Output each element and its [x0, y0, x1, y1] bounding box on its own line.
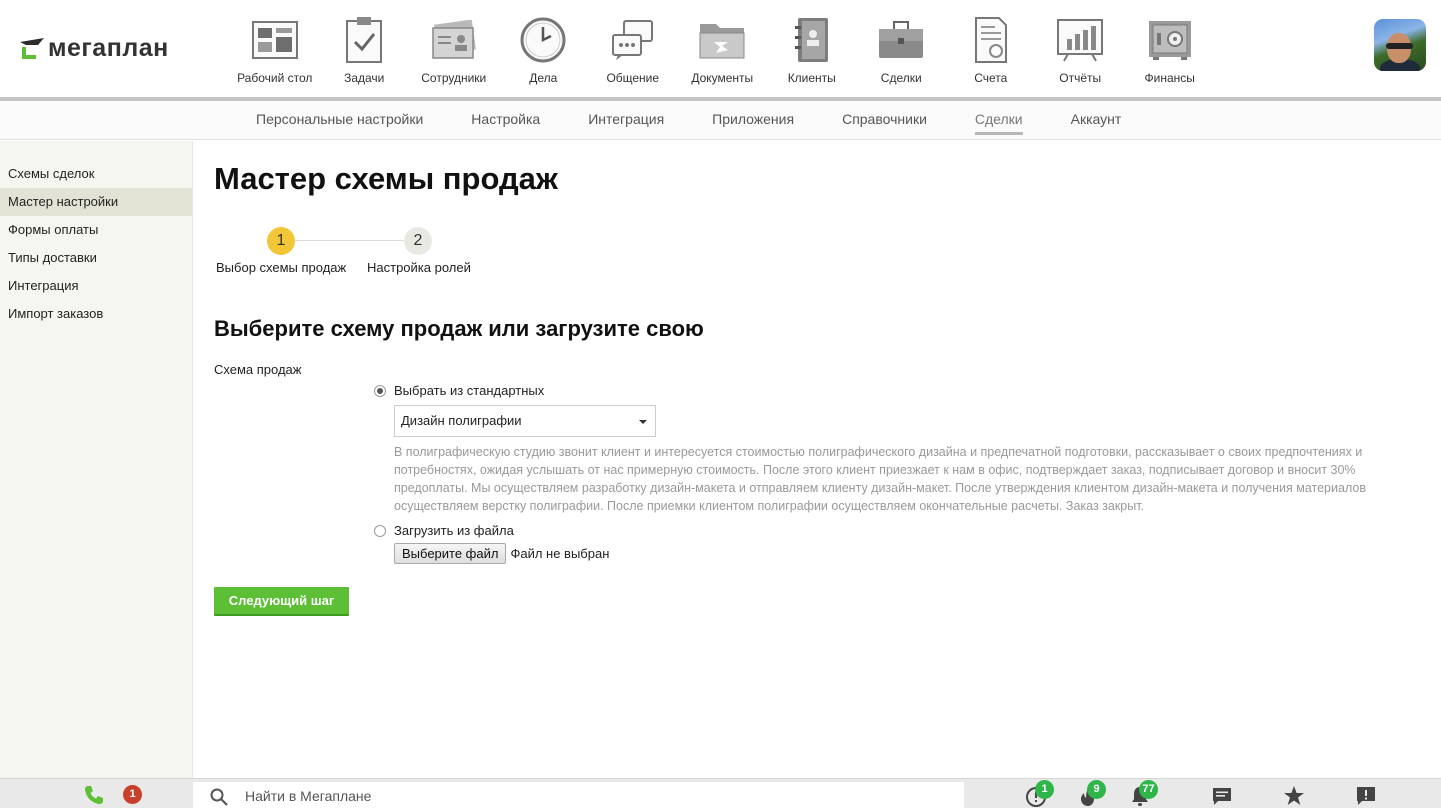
sidebar-item-payment-forms[interactable]: Формы оплаты — [0, 216, 192, 244]
subnav-item-account[interactable]: Аккаунт — [1047, 101, 1146, 140]
file-upload-row: Выберите файл Файл не выбран — [394, 543, 609, 564]
step-2-circle: 2 — [404, 227, 432, 255]
nav-item-affairs[interactable]: Дела — [499, 0, 589, 97]
search-input[interactable] — [245, 782, 945, 808]
subnav-item-integration[interactable]: Интеграция — [564, 101, 688, 140]
bottom-bar: 1 1 9 77 — [0, 778, 1441, 808]
hot-badge: 9 — [1087, 780, 1106, 799]
notifications-badge: 77 — [1139, 780, 1158, 799]
tasks-icon — [339, 15, 389, 65]
phone-badge: 1 — [123, 785, 142, 804]
hot-button[interactable]: 9 — [1077, 780, 1106, 807]
nav-label: Финансы — [1144, 71, 1195, 85]
top-navigation: мегаплан Рабочий стол Задачи Сотрудники … — [0, 0, 1441, 97]
desktop-icon — [250, 15, 300, 65]
nav-label: Отчёты — [1059, 71, 1102, 85]
step-1-label: Выбор схемы продаж — [216, 260, 347, 275]
search-icon — [210, 788, 228, 806]
nav-item-invoices[interactable]: Счета — [946, 0, 1036, 97]
sidebar-item-deal-schemes[interactable]: Схемы сделок — [0, 160, 192, 188]
nav-label: Рабочий стол — [237, 71, 313, 85]
subnav-item-personal-settings[interactable]: Персональные настройки — [232, 101, 447, 140]
folder-icon — [697, 15, 747, 65]
logo-mark-icon — [18, 36, 46, 62]
nav-item-desktop[interactable]: Рабочий стол — [230, 0, 320, 97]
user-avatar[interactable] — [1374, 19, 1426, 71]
sidebar-item-integration[interactable]: Интеграция — [0, 272, 192, 300]
subnav-item-deals[interactable]: Сделки — [951, 101, 1047, 140]
main-nav: Рабочий стол Задачи Сотрудники Дела Обще… — [230, 0, 1215, 97]
choose-file-button[interactable]: Выберите файл — [394, 543, 507, 564]
scheme-description: В полиграфическую студию звонит клиент и… — [394, 445, 1366, 513]
section-title: Выберите схему продаж или загрузите свою — [214, 316, 704, 341]
nav-item-tasks[interactable]: Задачи — [320, 0, 410, 97]
nav-label: Задачи — [344, 71, 385, 85]
sidebar-item-delivery-types[interactable]: Типы доставки — [0, 244, 192, 272]
nav-label: Клиенты — [787, 71, 836, 85]
global-search — [193, 782, 964, 808]
favorites-button[interactable] — [1283, 785, 1307, 807]
step-1-circle: 1 — [267, 227, 295, 255]
safe-icon — [1145, 15, 1195, 65]
stepper-line — [282, 240, 419, 241]
page-title: Мастер схемы продаж — [214, 161, 558, 196]
messages-button[interactable] — [1211, 785, 1235, 807]
chat-icon — [608, 15, 658, 65]
contacts-book-icon — [787, 15, 837, 65]
wizard-stepper: 1 2 Выбор схемы продаж Настройка ролей — [214, 227, 514, 277]
nav-item-documents[interactable]: Документы — [678, 0, 768, 97]
briefcase-icon — [876, 15, 926, 65]
chevron-down-icon — [639, 420, 647, 424]
next-step-button[interactable]: Следующий шаг — [214, 587, 349, 616]
nav-item-clients[interactable]: Клиенты — [767, 0, 857, 97]
clock-icon — [518, 15, 568, 65]
subnav-item-directories[interactable]: Справочники — [818, 101, 951, 140]
sales-scheme-label: Схема продаж — [214, 362, 302, 377]
subnav-item-apps[interactable]: Приложения — [688, 101, 818, 140]
alerts-badge: 1 — [1035, 780, 1054, 799]
employees-icon — [429, 15, 479, 65]
radio-standard-option[interactable]: Выбрать из стандартных — [374, 383, 544, 398]
step-2-label: Настройка ролей — [367, 260, 471, 275]
logo-text: мегаплан — [48, 34, 169, 62]
alerts-button[interactable]: 1 — [1025, 780, 1054, 807]
radio-upload-label: Загрузить из файла — [394, 523, 514, 538]
radio-standard-label: Выбрать из стандартных — [394, 383, 545, 398]
sidebar-item-setup-wizard[interactable]: Мастер настройки — [0, 188, 192, 216]
sidebar: Схемы сделок Мастер настройки Формы опла… — [0, 141, 193, 778]
scheme-select[interactable]: Дизайн полиграфии — [394, 405, 656, 437]
nav-label: Сделки — [880, 71, 922, 85]
nav-label: Счета — [974, 71, 1008, 85]
invoice-icon — [966, 15, 1016, 65]
nav-label: Документы — [691, 71, 754, 85]
notifications-button[interactable]: 77 — [1129, 780, 1158, 807]
chart-board-icon — [1055, 15, 1105, 65]
phone-icon[interactable] — [84, 785, 104, 805]
settings-subnav: Персональные настройки Настройка Интегра… — [0, 101, 1441, 140]
radio-upload[interactable] — [374, 524, 386, 537]
app-logo[interactable]: мегаплан — [18, 34, 169, 63]
feedback-icon — [1357, 787, 1375, 805]
nav-item-employees[interactable]: Сотрудники — [409, 0, 499, 97]
nav-label: Дела — [529, 71, 558, 85]
file-status: Файл не выбран — [510, 546, 610, 561]
nav-label: Общение — [606, 71, 660, 85]
message-icon — [1213, 788, 1231, 805]
scheme-select-value: Дизайн полиграфии — [401, 413, 522, 428]
feedback-button[interactable] — [1355, 785, 1379, 807]
radio-upload-option[interactable]: Загрузить из файла — [374, 523, 514, 538]
star-icon — [1284, 786, 1304, 805]
nav-label: Сотрудники — [421, 71, 487, 85]
nav-item-finances[interactable]: Финансы — [1125, 0, 1215, 97]
subnav-item-settings[interactable]: Настройка — [447, 101, 564, 140]
nav-item-deals[interactable]: Сделки — [857, 0, 947, 97]
nav-item-communication[interactable]: Общение — [588, 0, 678, 97]
radio-standard[interactable] — [374, 384, 386, 397]
sidebar-item-order-import[interactable]: Импорт заказов — [0, 300, 192, 328]
nav-item-reports[interactable]: Отчёты — [1036, 0, 1126, 97]
